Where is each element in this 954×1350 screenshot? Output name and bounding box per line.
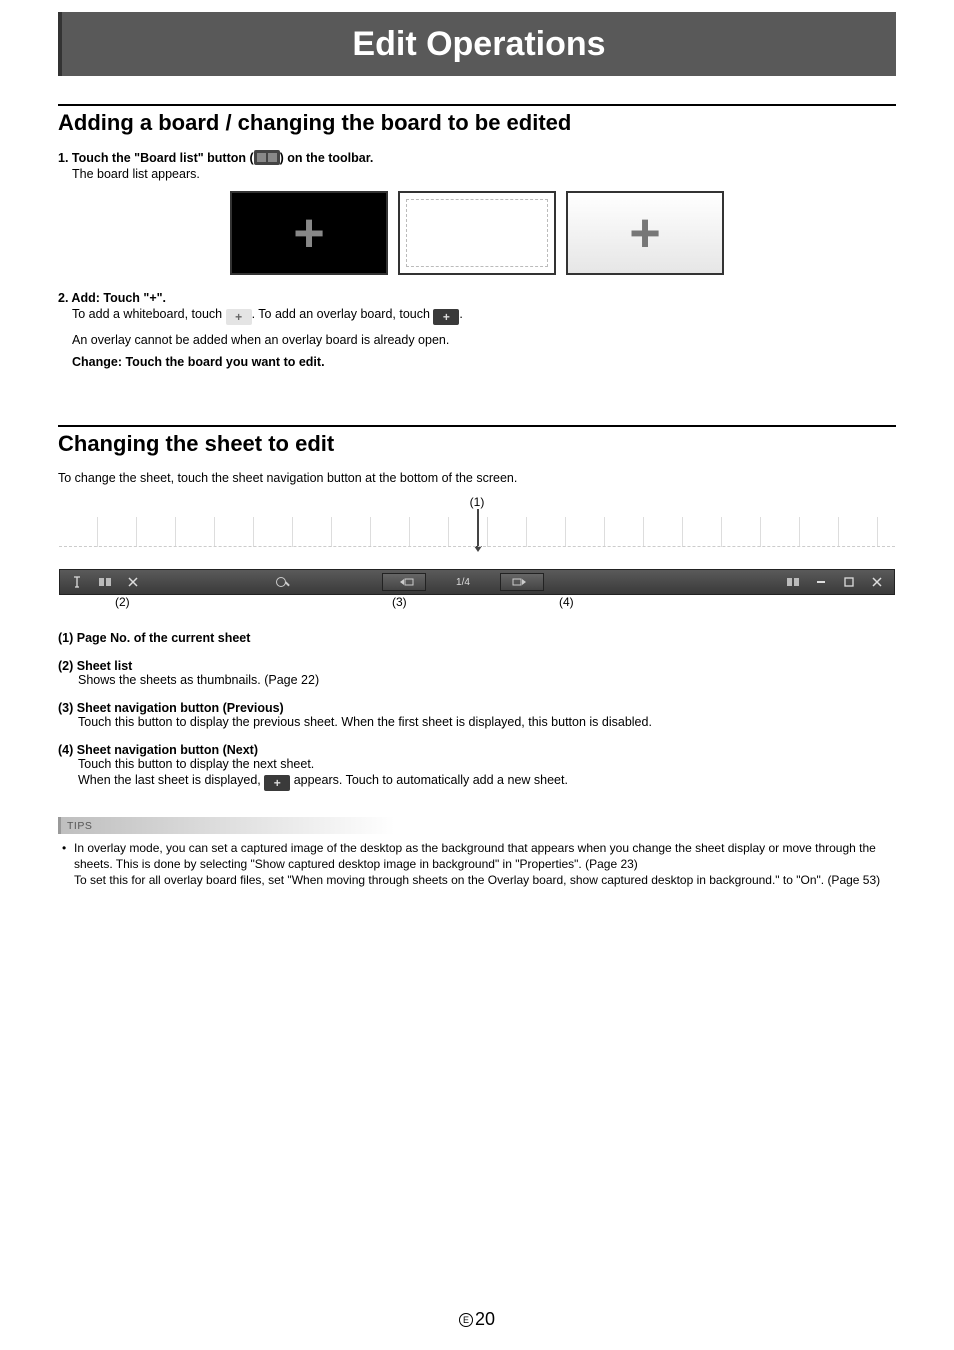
- def4-b2: appears. Touch to automatically add a ne…: [290, 773, 568, 787]
- add-whiteboard-thumb[interactable]: +: [230, 191, 388, 275]
- def3-desc: Touch this button to display the previou…: [78, 715, 896, 729]
- callout-2: (2): [115, 595, 130, 609]
- step1: 1. Touch the "Board list" button ( ) on t…: [58, 150, 896, 165]
- plus-icon: +: [629, 206, 661, 260]
- section2-heading: Changing the sheet to edit: [58, 431, 896, 457]
- nav-prev-button[interactable]: [382, 573, 426, 591]
- add-sheet-icon: +: [264, 775, 290, 791]
- step2-a2: . To add an overlay board, touch: [252, 307, 434, 321]
- nav-next-button[interactable]: [500, 573, 544, 591]
- page-banner: Edit Operations: [58, 12, 896, 76]
- section-rule: [58, 425, 896, 427]
- def4-b1: When the last sheet is displayed,: [78, 773, 264, 787]
- section-rule: [58, 104, 896, 106]
- page-number: E20: [0, 1309, 954, 1330]
- current-board-thumb[interactable]: [398, 191, 556, 275]
- tips-box: TIPS In overlay mode, you can set a capt…: [58, 817, 896, 889]
- text-tool-button[interactable]: [64, 572, 90, 592]
- def4-title: (4) Sheet navigation button (Next): [58, 743, 896, 757]
- tips-label: TIPS: [58, 817, 896, 834]
- board-list-icon: [254, 150, 280, 165]
- callout-1: (1): [59, 495, 895, 509]
- callout-3: (3): [392, 595, 407, 609]
- minimize-button[interactable]: [808, 572, 834, 592]
- plus-icon: +: [293, 206, 325, 260]
- definitions: (1) Page No. of the current sheet (2) Sh…: [58, 631, 896, 791]
- section2-intro: To change the sheet, touch the sheet nav…: [58, 471, 896, 485]
- step2-line-a: To add a whiteboard, touch +. To add an …: [72, 307, 896, 325]
- step2-a1: To add a whiteboard, touch: [72, 307, 226, 321]
- sheet-toolbar: 1/4: [59, 569, 895, 595]
- callout-4: (4): [559, 595, 574, 609]
- page-e: E: [459, 1313, 473, 1327]
- add-overlay-thumb[interactable]: +: [566, 191, 724, 275]
- step2-label: 2. Add: Touch "+".: [58, 291, 166, 305]
- step2-line-b: An overlay cannot be added when an overl…: [72, 333, 896, 347]
- step2-change: Change: Touch the board you want to edit…: [72, 355, 325, 369]
- step2: 2. Add: Touch "+".: [58, 291, 896, 305]
- step1-suffix: ) on the toolbar.: [280, 151, 374, 165]
- def2-desc: Shows the sheets as thumbnails. (Page 22…: [78, 673, 896, 687]
- tips-body: In overlay mode, you can set a captured …: [62, 840, 892, 889]
- page-num-value: 20: [475, 1309, 495, 1329]
- add-overlay-icon: +: [433, 309, 459, 325]
- def4-desc-a: Touch this button to display the next sh…: [78, 757, 896, 771]
- close-tool-button[interactable]: [120, 572, 146, 592]
- step1-sub: The board list appears.: [72, 167, 896, 181]
- step1-prefix: 1. Touch the "Board list" button (: [58, 151, 254, 165]
- sheet-diagram: (1): [59, 495, 895, 617]
- sheet-list-button[interactable]: [92, 572, 118, 592]
- page-indicator: 1/4: [456, 577, 470, 588]
- search-icon[interactable]: [270, 572, 296, 592]
- def2-title: (2) Sheet list: [58, 659, 896, 673]
- def4-desc-b: When the last sheet is displayed, + appe…: [78, 773, 896, 791]
- board-list-row: + +: [58, 191, 896, 275]
- board-button[interactable]: [780, 572, 806, 592]
- def3-title: (3) Sheet navigation button (Previous): [58, 701, 896, 715]
- section1-heading: Adding a board / changing the board to b…: [58, 110, 896, 136]
- window-button[interactable]: [836, 572, 862, 592]
- step2-a3: .: [459, 307, 462, 321]
- add-whiteboard-icon: +: [226, 309, 252, 325]
- def1-title: (1) Page No. of the current sheet: [58, 631, 896, 645]
- banner-title: Edit Operations: [352, 25, 605, 64]
- close-button[interactable]: [864, 572, 890, 592]
